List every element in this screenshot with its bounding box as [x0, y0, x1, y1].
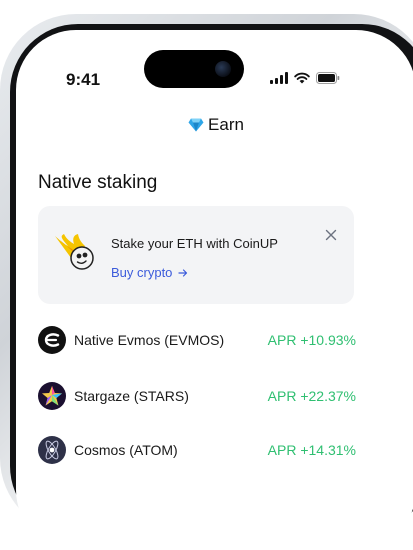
list-item[interactable]: Stargaze (STARS) APR +22.37%: [38, 378, 356, 414]
asset-apr: APR +22.37%: [267, 388, 356, 404]
camera-icon: [215, 61, 231, 77]
promo-title: Stake your ETH with CoinUP: [111, 236, 278, 251]
asset-name: Cosmos (ATOM): [74, 442, 178, 458]
app-screen: 9:41 Earn Native staking Stake your ETH …: [16, 30, 413, 550]
dynamic-island: [144, 50, 244, 88]
buy-crypto-label: Buy crypto: [111, 265, 173, 280]
close-icon[interactable]: [324, 228, 338, 242]
stargaze-icon: [38, 382, 66, 410]
promo-card[interactable]: Stake your ETH with CoinUP Buy crypto: [38, 206, 354, 304]
arrow-right-icon: [178, 268, 188, 277]
page-header: Earn: [16, 115, 413, 137]
asset-apr: APR +10.93%: [267, 332, 356, 348]
buy-crypto-link[interactable]: Buy crypto: [111, 265, 188, 280]
asset-apr: APR +14.31%: [267, 442, 356, 458]
evmos-icon: [38, 326, 66, 354]
page-title: Earn: [208, 115, 244, 134]
cellular-signal-icon: [270, 72, 288, 84]
wifi-icon: [294, 72, 310, 84]
list-item[interactable]: Cosmos (ATOM) APR +14.31%: [38, 432, 356, 468]
asset-name: Stargaze (STARS): [74, 388, 189, 404]
section-title: Native staking: [38, 172, 158, 193]
status-time: 9:41: [66, 70, 101, 89]
cosmos-icon: [38, 436, 66, 464]
asset-name: Native Evmos (EVMOS): [74, 332, 225, 348]
diamond-icon: [188, 117, 204, 137]
list-item[interactable]: Native Evmos (EVMOS) APR +10.93%: [38, 322, 356, 358]
fireball-mascot-icon: [52, 232, 96, 279]
status-icons: [270, 72, 340, 84]
battery-icon: [316, 72, 340, 84]
